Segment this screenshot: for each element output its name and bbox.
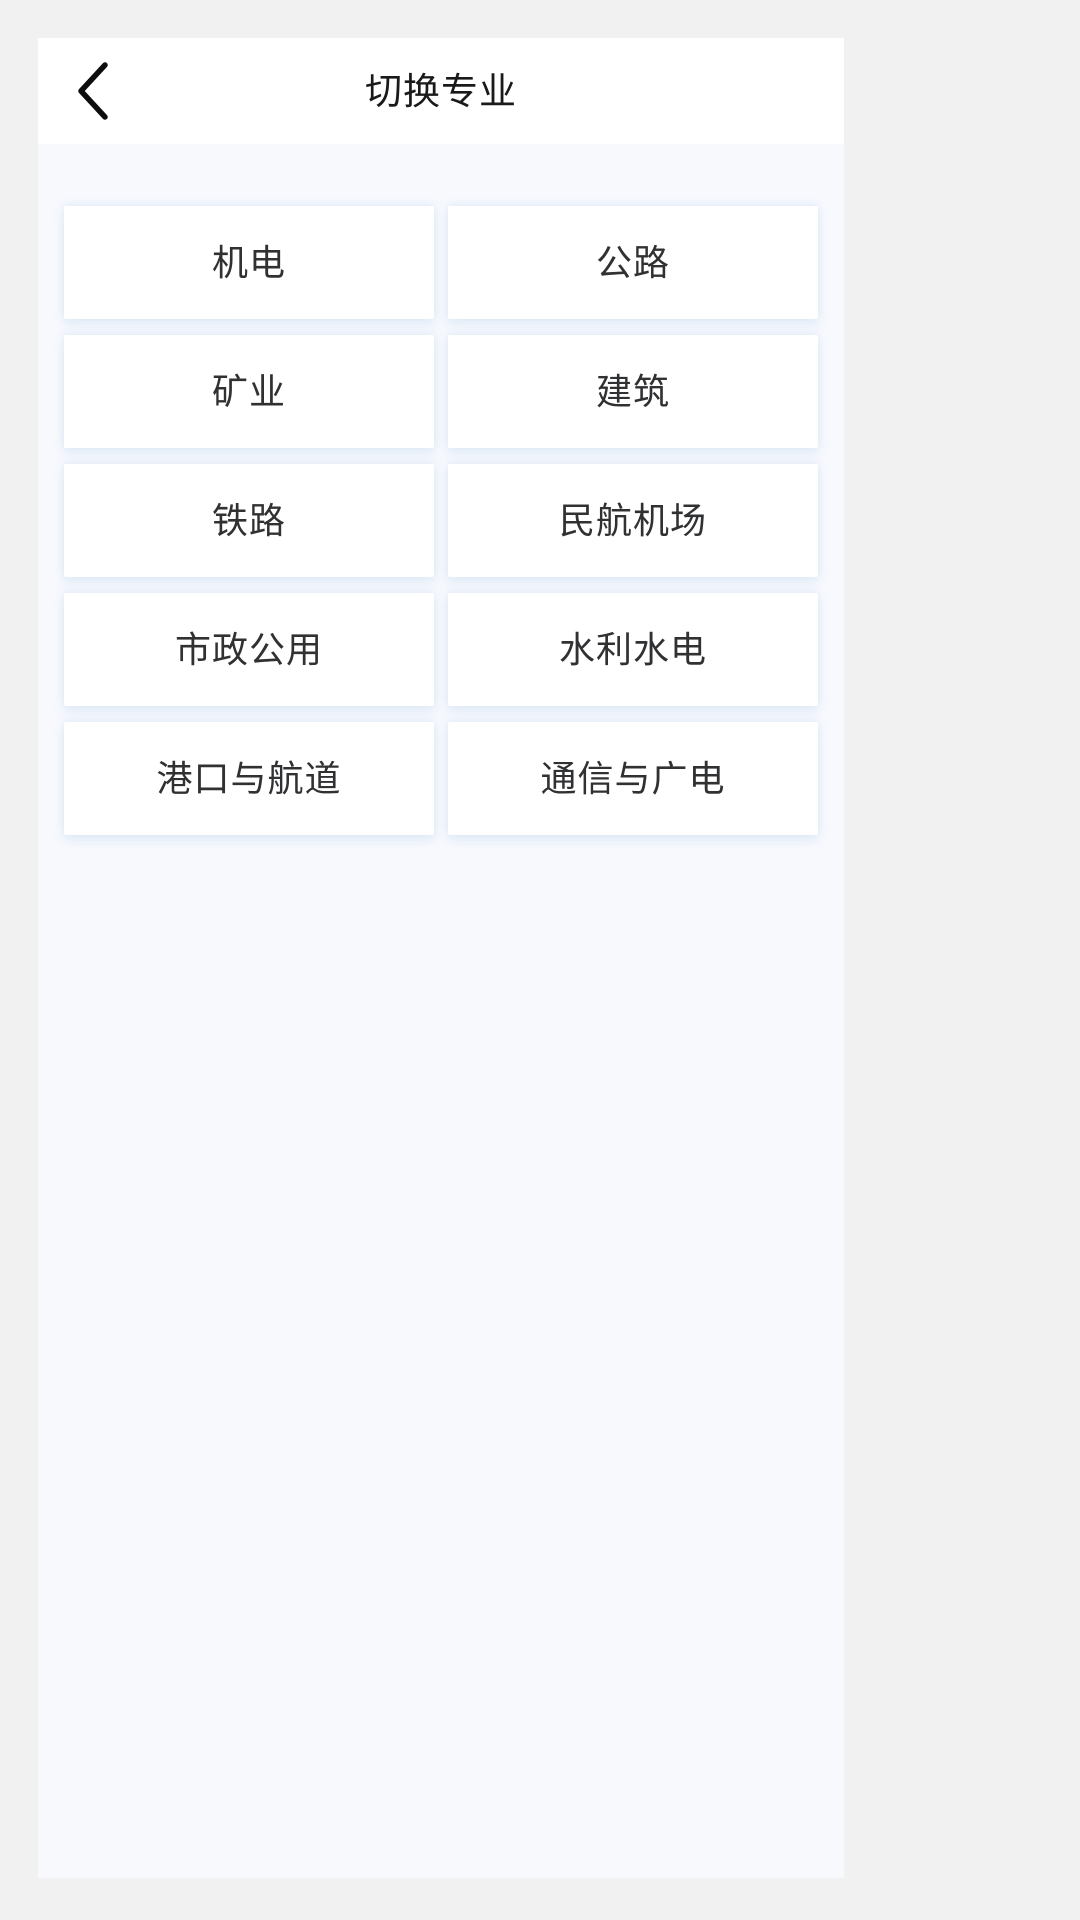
major-card-tongxinyuguangdian[interactable]: 通信与广电 (448, 722, 818, 835)
major-card-label: 铁路 (211, 499, 286, 541)
major-card-shuilishuidian[interactable]: 水利水电 (448, 593, 818, 706)
major-card-label: 机电 (211, 241, 286, 283)
major-card-minhangjichang[interactable]: 民航机场 (448, 464, 818, 577)
major-card-label: 通信与广电 (540, 757, 726, 799)
major-card-shizhenggongyong[interactable]: 市政公用 (64, 593, 434, 706)
major-card-label: 公路 (595, 241, 670, 283)
navigation-header: 切换专业 (38, 38, 844, 144)
app-viewport: 切换专业 机电 公路 矿业 建筑 铁路 民航机场 市政公用 水利水电 港口与航道… (38, 38, 844, 1878)
major-card-label: 市政公用 (174, 628, 323, 670)
major-card-jidian[interactable]: 机电 (64, 206, 434, 319)
back-button[interactable] (38, 38, 148, 144)
major-card-label: 港口与航道 (156, 757, 342, 799)
major-card-label: 矿业 (211, 370, 286, 412)
major-card-label: 建筑 (595, 370, 670, 412)
major-card-gangkouyuhangdao[interactable]: 港口与航道 (64, 722, 434, 835)
major-card-gonglu[interactable]: 公路 (448, 206, 818, 319)
major-grid: 机电 公路 矿业 建筑 铁路 民航机场 市政公用 水利水电 港口与航道 通信与广… (38, 206, 844, 835)
major-card-label: 水利水电 (558, 628, 707, 670)
major-card-kuangye[interactable]: 矿业 (64, 335, 434, 448)
page-body: 机电 公路 矿业 建筑 铁路 民航机场 市政公用 水利水电 港口与航道 通信与广… (38, 144, 844, 1878)
major-card-jianzhu[interactable]: 建筑 (448, 335, 818, 448)
major-card-tielu[interactable]: 铁路 (64, 464, 434, 577)
major-card-label: 民航机场 (558, 499, 707, 541)
chevron-left-icon (76, 62, 110, 120)
page-title: 切换专业 (365, 70, 517, 112)
